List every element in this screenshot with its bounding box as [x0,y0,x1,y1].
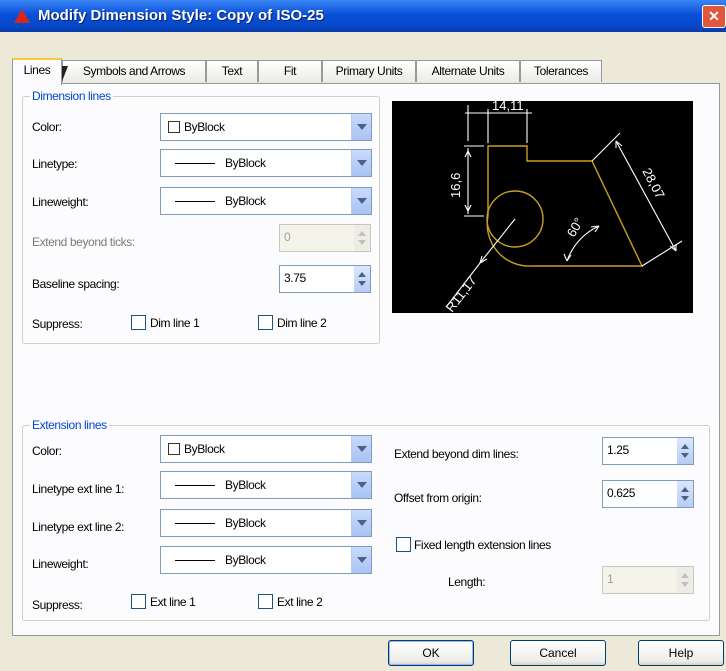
baseline-spacing-spinner[interactable]: 3.75 [279,265,371,293]
tab-lines[interactable]: Lines [12,58,62,85]
ext-line-2-checkbox[interactable] [258,594,273,609]
dim-lineweight-label: Lineweight: [32,195,89,209]
length-spinner[interactable]: 1 [602,566,694,594]
window-title: Modify Dimension Style: Copy of ISO-25 [38,7,324,24]
extend-beyond-dim-label: Extend beyond dim lines: [394,447,519,461]
tab-symbols-and-arrows[interactable]: Symbols and Arrows [62,60,206,82]
dim-right-label: 28,07 [639,165,668,201]
spin-down-icon[interactable] [681,582,689,587]
tab-fit[interactable]: Fit [258,60,322,82]
dim-color-label: Color: [32,120,62,134]
spin-up-icon[interactable] [681,487,689,492]
ext-lineweight-value: ByBlock [225,553,266,567]
ext-lineweight-select[interactable]: ByBlock [160,546,372,574]
linetype-ext-1-value: ByBlock [225,478,266,492]
ext-color-select[interactable]: ByBlock [160,435,372,463]
dim-color-select[interactable]: ByBlock [160,113,372,141]
fixed-length-checkbox[interactable] [396,537,411,552]
tab-tolerances[interactable]: Tolerances [520,60,602,82]
linetype-ext-1-select[interactable]: ByBlock [160,471,372,499]
color-swatch-icon [168,121,180,133]
line-sample-icon [175,201,215,203]
dimension-style-preview: 14,11 16,6 28,07 60° R11,17 [392,98,693,315]
chevron-down-icon[interactable] [351,188,371,214]
preview-geometry [486,145,644,267]
dim-linetype-value: ByBlock [225,156,266,170]
dim-line-2-label: Dim line 2 [277,316,327,330]
dim-left-label: 16,6 [448,173,463,198]
preview-labels: 14,11 16,6 28,07 60° R11,17 [443,98,668,315]
chevron-down-icon[interactable] [351,547,371,573]
offset-from-origin-value: 0.625 [607,486,636,500]
dimension-lines-group-label: Dimension lines [30,89,113,103]
dim-suppress-label: Suppress: [32,317,83,331]
ext-line-1-checkbox[interactable] [131,594,146,609]
offset-from-origin-spinner[interactable]: 0.625 [602,480,694,508]
extension-lines-group-label: Extension lines [30,418,109,432]
mouse-pointer-icon [61,66,68,84]
spin-down-icon[interactable] [358,281,366,286]
dim-line-2-checkbox[interactable] [258,315,273,330]
dim-lineweight-value: ByBlock [225,194,266,208]
extend-beyond-ticks-spinner[interactable]: 0 [279,224,371,252]
chevron-down-icon[interactable] [351,510,371,536]
spin-up-icon[interactable] [358,231,366,236]
baseline-spacing-value: 3.75 [284,271,306,285]
offset-from-origin-label: Offset from origin: [394,491,482,505]
line-sample-icon [175,485,215,487]
chevron-down-icon[interactable] [351,472,371,498]
line-sample-icon [175,560,215,562]
dim-line-1-label: Dim line 1 [150,316,200,330]
cancel-button[interactable]: Cancel [510,640,606,666]
chevron-down-icon[interactable] [351,436,371,462]
ext-color-value: ByBlock [184,442,225,456]
chevron-down-icon[interactable] [351,150,371,176]
autocad-app-icon [14,9,30,23]
spin-up-icon[interactable] [358,272,366,277]
dim-lineweight-select[interactable]: ByBlock [160,187,372,215]
dim-color-value: ByBlock [184,120,225,134]
spin-down-icon[interactable] [358,240,366,245]
fixed-length-label: Fixed length extension lines [414,538,551,552]
preview-drawing: 14,11 16,6 28,07 60° R11,17 [443,98,683,315]
dim-linetype-select[interactable]: ByBlock [160,149,372,177]
spin-down-icon[interactable] [681,453,689,458]
extend-beyond-ticks-label: Extend beyond ticks: [32,235,135,249]
spin-down-icon[interactable] [681,496,689,501]
close-icon[interactable]: ✕ [702,5,726,28]
linetype-ext-1-label: Linetype ext line 1: [32,482,125,496]
dim-line-1-checkbox[interactable] [131,315,146,330]
linetype-ext-2-select[interactable]: ByBlock [160,509,372,537]
ext-lineweight-label: Lineweight: [32,557,89,571]
extend-beyond-dim-value: 1.25 [607,443,629,457]
tab-alternate-units[interactable]: Alternate Units [416,60,520,82]
baseline-spacing-label: Baseline spacing: [32,277,120,291]
spin-up-icon[interactable] [681,444,689,449]
extend-beyond-dim-spinner[interactable]: 1.25 [602,437,694,465]
length-label: Length: [448,575,486,589]
dim-radius-label: R11,17 [443,273,480,313]
line-sample-icon [175,163,215,165]
ext-line-2-label: Ext line 2 [277,595,323,609]
ok-button[interactable]: OK [388,640,474,666]
help-button[interactable]: Help [638,640,724,666]
spin-up-icon[interactable] [681,573,689,578]
tab-text[interactable]: Text [206,60,258,82]
dim-top-label: 14,11 [492,101,524,113]
linetype-ext-2-value: ByBlock [225,516,266,530]
line-sample-icon [175,523,215,525]
chevron-down-icon[interactable] [351,114,371,140]
ext-color-label: Color: [32,444,62,458]
title-bar: Modify Dimension Style: Copy of ISO-25 ✕ [0,0,726,32]
tab-primary-units[interactable]: Primary Units [322,60,416,82]
color-swatch-icon [168,443,180,455]
linetype-ext-2-label: Linetype ext line 2: [32,520,125,534]
extend-beyond-ticks-value: 0 [284,230,291,244]
length-value: 1 [607,572,614,586]
ext-line-1-label: Ext line 1 [150,595,196,609]
dim-linetype-label: Linetype: [32,157,78,171]
preview-dimensions [446,105,683,307]
ext-suppress-label: Suppress: [32,598,83,612]
